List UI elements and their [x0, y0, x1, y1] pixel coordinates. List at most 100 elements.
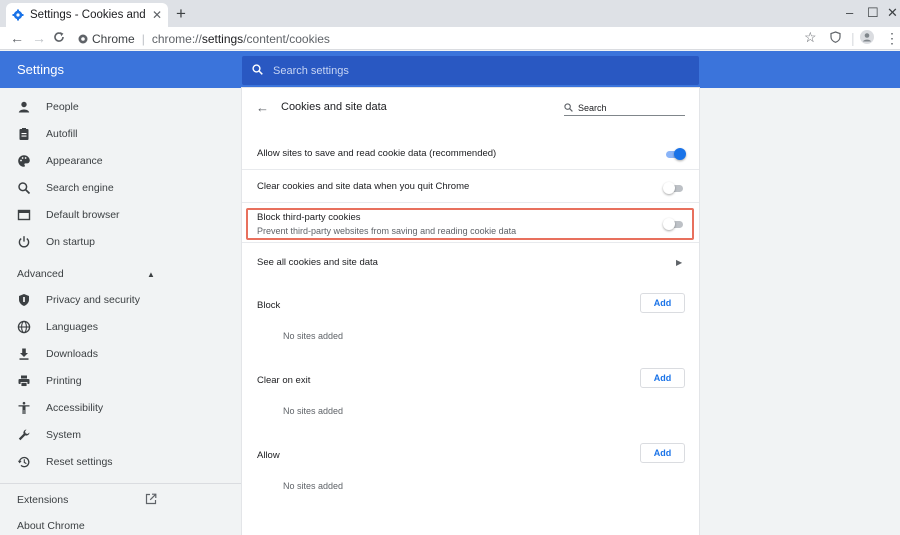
- open-in-new-icon[interactable]: [145, 493, 157, 505]
- person-icon: [18, 101, 30, 113]
- bookmark-star-icon[interactable]: ☆: [804, 29, 817, 45]
- sidebar-item-search-engine[interactable]: Search engine: [0, 175, 242, 201]
- address-bar[interactable]: Chrome | chrome://settings/content/cooki…: [78, 29, 798, 48]
- sidebar-item-languages[interactable]: Languages: [0, 314, 242, 340]
- browser-toolbar: ← → Chrome | chrome://settings/content/c…: [0, 27, 900, 50]
- power-icon: [18, 236, 30, 248]
- sidebar-item-label: Appearance: [46, 155, 103, 167]
- back-arrow-icon[interactable]: ←: [256, 100, 269, 115]
- sidebar-item-privacy-and-security[interactable]: Privacy and security: [0, 287, 242, 313]
- settings-search-input[interactable]: [271, 63, 671, 78]
- sidebar-item-extensions[interactable]: Extensions: [17, 494, 68, 506]
- chrome-icon: [78, 34, 88, 43]
- forward-button[interactable]: →: [32, 30, 46, 46]
- toolbar-separator: |: [851, 30, 855, 46]
- accessibility-icon: [18, 401, 30, 414]
- sidebar-item-people[interactable]: People: [0, 94, 242, 120]
- browser-menu-icon[interactable]: ⋮: [885, 30, 899, 46]
- sidebar-item-appearance[interactable]: Appearance: [0, 148, 242, 174]
- sidebar-advanced-label[interactable]: Advanced: [17, 268, 64, 280]
- clipboard-icon: [19, 128, 29, 140]
- highlight-box: [246, 208, 694, 240]
- tab-title: Settings - Cookies and site data: [30, 9, 148, 21]
- card-title: Cookies and site data: [281, 101, 387, 113]
- minimize-button[interactable]: –: [846, 5, 853, 20]
- sidebar-item-label: Privacy and security: [46, 294, 140, 306]
- chevron-right-icon: ▶: [676, 258, 683, 267]
- shield-icon: [19, 294, 29, 306]
- back-button[interactable]: ←: [10, 30, 24, 46]
- block-section-title: Block: [257, 300, 281, 311]
- sidebar-item-on-startup[interactable]: On startup: [0, 229, 242, 255]
- sidebar-item-label: Languages: [46, 321, 98, 333]
- sidebar-item-label: Autofill: [46, 128, 78, 140]
- reload-icon[interactable]: [53, 31, 65, 43]
- sidebar-item-label: Default browser: [46, 209, 120, 221]
- cookies-settings-card: ← Cookies and site data Allow sites to s…: [242, 88, 699, 535]
- url-text: chrome://settings/content/cookies: [151, 31, 330, 46]
- clear-on-quit-toggle[interactable]: [663, 182, 685, 194]
- see-all-cookies-link[interactable]: See all cookies and site data ▶: [242, 242, 699, 280]
- sidebar-item-label: Printing: [46, 375, 82, 387]
- block-add-button[interactable]: Add: [640, 293, 685, 313]
- setting-row-allow-cookies[interactable]: Allow sites to save and read cookie data…: [242, 135, 699, 169]
- sidebar-item-accessibility[interactable]: Accessibility: [0, 395, 242, 421]
- setting-label: Allow sites to save and read cookie data…: [257, 148, 497, 159]
- sidebar-item-system[interactable]: System: [0, 422, 242, 448]
- sidebar-item-label: System: [46, 429, 82, 441]
- settings-search-bar[interactable]: [242, 56, 699, 85]
- sidebar-item-default-browser[interactable]: Default browser: [0, 202, 242, 228]
- url-separator: |: [141, 31, 145, 46]
- restore-icon: [17, 456, 30, 468]
- search-icon: [564, 103, 573, 112]
- tab-strip: Settings - Cookies and site data ✕ + – ☐…: [0, 0, 900, 27]
- sidebar-item-about-chrome[interactable]: About Chrome: [17, 520, 85, 532]
- tab-close-icon[interactable]: ✕: [152, 8, 162, 22]
- sidebar-item-label: Accessibility: [46, 402, 104, 414]
- gear-icon: [12, 9, 24, 21]
- sidebar-item-autofill[interactable]: Autofill: [0, 121, 242, 147]
- clear-on-exit-section-title: Clear on exit: [257, 375, 311, 386]
- sidebar-item-label: Downloads: [46, 348, 98, 360]
- sidebar-item-label: People: [46, 101, 79, 113]
- extension-shield-icon[interactable]: [830, 31, 841, 43]
- profile-avatar-icon[interactable]: [860, 30, 874, 44]
- globe-icon: [17, 320, 31, 334]
- printer-icon: [18, 375, 30, 387]
- allow-empty-message: No sites added: [283, 481, 344, 491]
- card-header: ← Cookies and site data: [242, 88, 699, 126]
- site-name: Chrome: [92, 31, 135, 46]
- sidebar: People Autofill Appearance Search engine…: [0, 88, 242, 535]
- allow-section-title: Allow: [257, 450, 280, 461]
- sidebar-item-label: Search engine: [46, 182, 114, 194]
- search-icon: [18, 182, 31, 195]
- allow-add-button[interactable]: Add: [640, 443, 685, 463]
- setting-label: See all cookies and site data: [257, 257, 378, 268]
- setting-row-clear-on-quit[interactable]: Clear cookies and site data when you qui…: [242, 169, 699, 202]
- search-icon: [252, 63, 263, 78]
- setting-label: Clear cookies and site data when you qui…: [257, 181, 470, 192]
- download-icon: [19, 348, 29, 360]
- clear-on-exit-empty-message: No sites added: [283, 406, 344, 416]
- settings-header: Settings: [0, 51, 900, 88]
- collapse-arrow-icon[interactable]: ▲: [147, 270, 155, 279]
- sidebar-item-label: On startup: [46, 236, 96, 248]
- sidebar-item-label: Reset settings: [46, 456, 113, 468]
- new-tab-button[interactable]: +: [176, 4, 186, 24]
- sidebar-item-reset-settings[interactable]: Reset settings: [0, 449, 242, 475]
- sidebar-item-downloads[interactable]: Downloads: [0, 341, 242, 367]
- block-empty-message: No sites added: [283, 331, 344, 341]
- maximize-button[interactable]: ☐: [867, 5, 879, 21]
- wrench-icon: [18, 429, 30, 441]
- cookie-search-input[interactable]: [576, 101, 676, 114]
- window-close-button[interactable]: ✕: [887, 5, 898, 21]
- cookie-search-field[interactable]: [564, 100, 685, 116]
- sidebar-divider: [0, 483, 242, 484]
- clear-on-exit-add-button[interactable]: Add: [640, 368, 685, 388]
- palette-icon: [18, 155, 30, 167]
- browser-icon: [17, 209, 31, 221]
- page-title: Settings: [17, 62, 64, 77]
- allow-cookies-toggle[interactable]: [664, 148, 686, 160]
- tab-settings[interactable]: Settings - Cookies and site data ✕: [6, 3, 168, 27]
- sidebar-item-printing[interactable]: Printing: [0, 368, 242, 394]
